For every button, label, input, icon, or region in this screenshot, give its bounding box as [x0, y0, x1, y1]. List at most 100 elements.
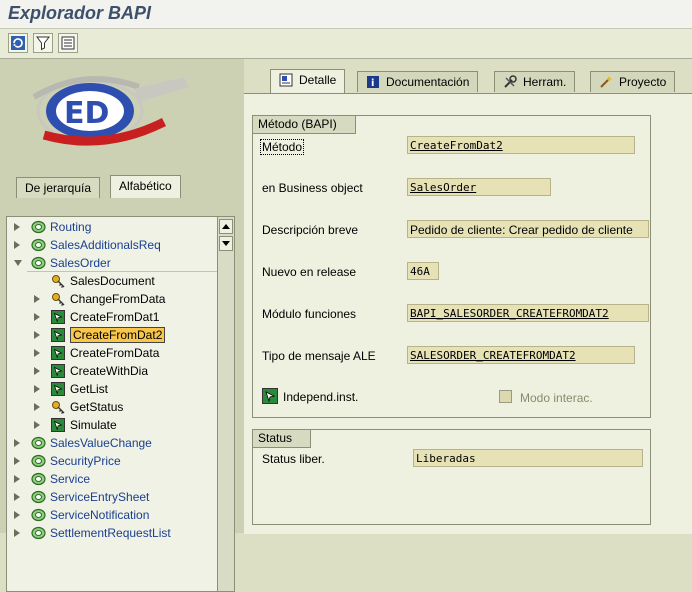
expand-arrow-icon[interactable]: [34, 349, 40, 357]
tree-node-label: CreateFromDat2: [70, 327, 166, 343]
tree-node[interactable]: Service: [7, 470, 219, 488]
business-object-icon: [31, 238, 46, 252]
business-object-icon: [31, 472, 46, 486]
expand-arrow-icon[interactable]: [34, 313, 40, 321]
tab-herramientas[interactable]: Herram.: [494, 71, 576, 92]
tree-node[interactable]: GetStatus: [7, 398, 219, 416]
expand-arrow-icon[interactable]: [14, 493, 20, 501]
modulo-label: Módulo funciones: [262, 307, 357, 321]
tree-node-label: SecurityPrice: [50, 454, 121, 468]
method-group-title: Método (BAPI): [253, 116, 356, 134]
expand-arrow-icon[interactable]: [34, 385, 40, 393]
expand-arrow-icon[interactable]: [14, 511, 20, 519]
status-group: Status Status liber. Liberadas: [252, 429, 651, 525]
tree-node-label: GetStatus: [70, 400, 124, 414]
business-object-field[interactable]: SalesOrder: [407, 178, 551, 196]
left-tab-strip: De jerarquía Alfabético: [6, 175, 240, 199]
tree-node[interactable]: CreateWithDia: [7, 362, 219, 380]
tree-node[interactable]: Simulate: [7, 416, 219, 434]
business-object-icon: [31, 490, 46, 504]
tree-scrollbar[interactable]: [217, 217, 234, 591]
tree-node[interactable]: ChangeFromData: [7, 290, 219, 308]
tree-node-label: SalesDocument: [70, 274, 155, 288]
tab-proyecto-label: Proyecto: [619, 75, 667, 89]
tree-node[interactable]: SecurityPrice: [7, 452, 219, 470]
bapi-explorer-logo: ED: [14, 67, 204, 157]
business-object-icon: [31, 436, 46, 450]
filter-button[interactable]: [33, 33, 53, 53]
expand-arrow-icon[interactable]: [34, 403, 40, 411]
tree-node[interactable]: SalesValueChange: [7, 434, 219, 452]
tree-node-label: CreateFromDat1: [70, 310, 160, 324]
metodo-field[interactable]: CreateFromDat2: [407, 136, 635, 154]
expand-arrow-icon[interactable]: [34, 367, 40, 375]
tree-node[interactable]: GetList: [7, 380, 219, 398]
tree-node[interactable]: CreateFromDat2: [7, 326, 219, 344]
modulo-field[interactable]: BAPI_SALESORDER_CREATEFROMDAT2: [407, 304, 649, 322]
refresh-icon: [11, 36, 25, 50]
descripcion-label: Descripción breve: [262, 223, 359, 237]
tree-node[interactable]: SalesDocument: [7, 272, 219, 290]
method-group: Método (BAPI) Método CreateFromDat2 en B…: [252, 115, 651, 418]
tab-alphabetic[interactable]: Alfabético: [110, 175, 181, 198]
expand-arrow-icon[interactable]: [14, 241, 20, 249]
list-view-button[interactable]: [58, 33, 78, 53]
list-icon: [61, 36, 75, 50]
tree-node-label: Routing: [50, 220, 92, 234]
scroll-down-button[interactable]: [219, 236, 233, 251]
tree-node-label: SalesOrder: [50, 256, 111, 270]
expand-arrow-icon[interactable]: [14, 529, 20, 537]
method-icon: [51, 382, 65, 396]
modo-interac-checkbox[interactable]: [499, 390, 512, 403]
expand-arrow-icon[interactable]: [34, 421, 40, 429]
tab-documentacion[interactable]: i Documentación: [357, 71, 479, 92]
release-label: Nuevo en release: [262, 265, 357, 279]
refresh-button[interactable]: [8, 33, 28, 53]
mensaje-label: Tipo de mensaje ALE: [262, 349, 376, 363]
expand-arrow-icon[interactable]: [14, 223, 20, 231]
expand-arrow-icon[interactable]: [14, 457, 20, 465]
expand-arrow-icon[interactable]: [14, 439, 20, 447]
expand-arrow-icon[interactable]: [34, 295, 40, 303]
business-object-icon: [31, 256, 46, 270]
collapse-arrow-icon[interactable]: [14, 260, 22, 266]
toolbar: [0, 29, 692, 59]
release-field: 46A: [407, 262, 439, 280]
expand-arrow-icon[interactable]: [34, 331, 40, 339]
key-icon: [52, 275, 65, 288]
tab-documentacion-label: Documentación: [386, 75, 470, 89]
tab-herramientas-label: Herram.: [523, 75, 567, 89]
business-object-icon: [31, 526, 46, 540]
tree-node[interactable]: SalesOrder: [7, 254, 219, 272]
scroll-up-button[interactable]: [219, 219, 233, 234]
tools-icon: [504, 75, 517, 88]
tree-node[interactable]: SalesAdditionalsReq: [7, 236, 219, 254]
mensaje-field[interactable]: SALESORDER_CREATEFROMDAT2: [407, 346, 635, 364]
tree-node-label: SalesAdditionalsReq: [50, 238, 161, 252]
tree-node[interactable]: ServiceEntrySheet: [7, 488, 219, 506]
method-icon: [51, 328, 65, 342]
tree-node-label: SettlementRequestList: [50, 526, 171, 540]
detail-icon: [279, 73, 293, 87]
business-object-icon: [31, 454, 46, 468]
independ-icon: [262, 388, 278, 404]
tree-node[interactable]: CreateFromData: [7, 344, 219, 362]
tree-node[interactable]: SettlementRequestList: [7, 524, 219, 542]
tree-node-label: SalesValueChange: [50, 436, 152, 450]
key-icon: [52, 293, 65, 306]
key-icon: [52, 401, 65, 414]
tree-node-label: Simulate: [70, 418, 117, 432]
tree-node[interactable]: ServiceNotification: [7, 506, 219, 524]
tab-hierarchy-label: De jerarquía: [25, 181, 92, 195]
method-icon: [51, 346, 65, 360]
window-title: Explorador BAPI: [8, 3, 152, 23]
tab-proyecto[interactable]: Proyecto: [590, 71, 676, 92]
tree-node[interactable]: Routing: [7, 218, 219, 236]
right-pane: Detalle i Documentación Herram. Proyecto…: [244, 59, 692, 534]
method-icon: [51, 418, 65, 432]
tree-node-label: CreateWithDia: [70, 364, 149, 378]
tree-node[interactable]: CreateFromDat1: [7, 308, 219, 326]
tab-hierarchy[interactable]: De jerarquía: [16, 177, 101, 198]
expand-arrow-icon[interactable]: [14, 475, 20, 483]
tab-detalle[interactable]: Detalle: [270, 69, 346, 94]
